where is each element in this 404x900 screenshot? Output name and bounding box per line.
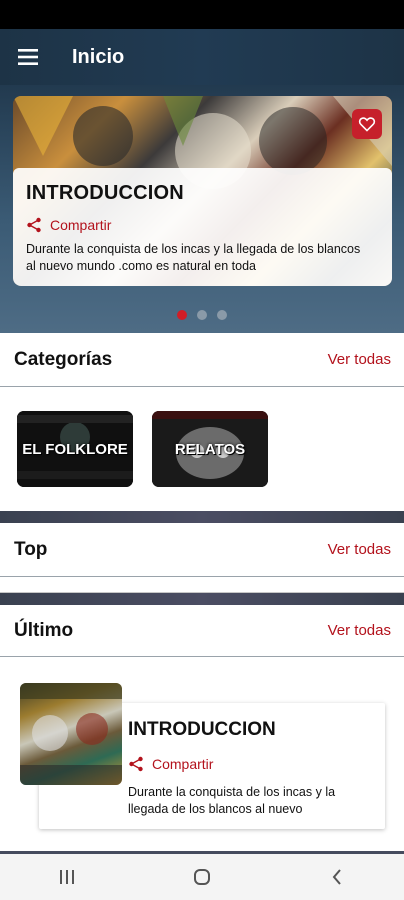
section-divider [0, 511, 404, 523]
page-title: Inicio [72, 45, 125, 68]
carousel-slide[interactable]: INTRODUCCION Compartir Durante la conqui… [13, 96, 392, 286]
top-title: Top [14, 538, 48, 560]
categories-title: Categorías [14, 348, 113, 370]
recent-apps-icon [60, 870, 75, 884]
latest-share-button[interactable]: Compartir [128, 756, 213, 772]
categories-list: EL FOLKLORE RELATOS [0, 389, 404, 511]
section-divider [0, 593, 404, 605]
share-icon [27, 217, 41, 233]
home-button[interactable] [177, 854, 227, 900]
slide-description: Durante la conquista de los incas y la l… [26, 242, 361, 273]
carousel-indicator [0, 310, 404, 320]
categories-see-all-link[interactable]: Ver todas [328, 351, 391, 368]
menu-icon [18, 49, 38, 65]
category-label: EL FOLKLORE [22, 440, 128, 458]
latest-title: Último [14, 619, 74, 641]
status-bar [0, 0, 404, 29]
favorite-button[interactable] [352, 109, 382, 139]
carousel-dot-active[interactable] [177, 310, 187, 320]
latest-item-thumbnail[interactable] [20, 683, 122, 785]
back-button[interactable] [312, 854, 362, 900]
menu-button[interactable] [0, 29, 56, 85]
carousel-dot[interactable] [217, 310, 227, 320]
latest-see-all-link[interactable]: Ver todas [328, 622, 391, 639]
recent-apps-button[interactable] [42, 854, 92, 900]
category-card-relatos[interactable]: RELATOS [152, 411, 268, 487]
category-label: RELATOS [174, 440, 246, 458]
top-header: Top Ver todas [0, 523, 404, 577]
hero-carousel[interactable]: INTRODUCCION Compartir Durante la conqui… [0, 85, 404, 333]
heart-icon [358, 117, 376, 132]
carousel-dot[interactable] [197, 310, 207, 320]
latest-item-description: Durante la conquista de los incas y la l… [128, 785, 336, 816]
top-list [0, 577, 404, 593]
top-see-all-link[interactable]: Ver todas [328, 541, 391, 558]
latest-item-title: INTRODUCCION [128, 719, 276, 740]
back-icon [332, 869, 341, 885]
categories-header: Categorías Ver todas [0, 333, 404, 387]
category-card-folklore[interactable]: EL FOLKLORE [17, 411, 133, 487]
latest-list [0, 657, 404, 851]
share-icon [129, 756, 143, 772]
slide-info-card[interactable]: INTRODUCCION Compartir Durante la conqui… [13, 168, 392, 286]
share-button[interactable]: Compartir [26, 217, 379, 233]
latest-thumbnail-image [20, 683, 122, 785]
slide-title: INTRODUCCION [26, 182, 184, 204]
home-icon [193, 869, 210, 885]
app-bar: Inicio [0, 29, 404, 85]
share-label: Compartir [152, 756, 214, 772]
system-nav-bar [0, 854, 404, 900]
share-label: Compartir [50, 217, 112, 233]
latest-header: Último Ver todas [0, 605, 404, 657]
